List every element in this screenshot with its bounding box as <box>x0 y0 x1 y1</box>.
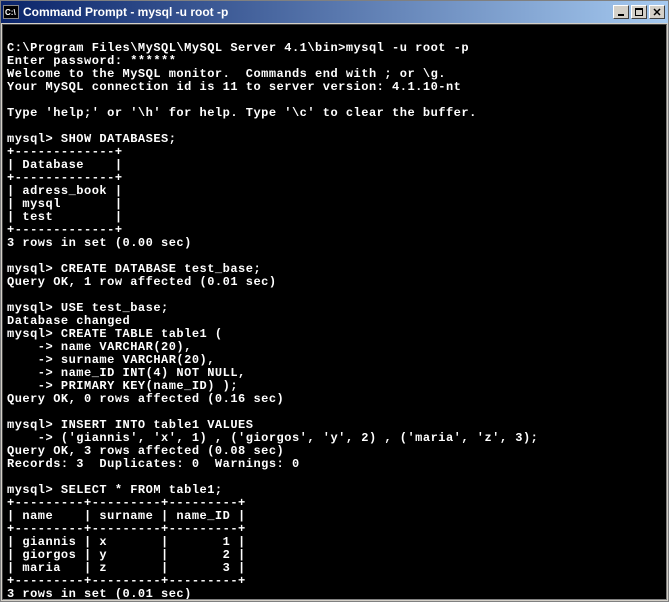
terminal-line: mysql> CREATE TABLE table1 ( <box>7 327 223 341</box>
terminal-line: +---------+---------+---------+ <box>7 574 246 588</box>
terminal-line: Database changed <box>7 314 130 328</box>
terminal-line: Welcome to the MySQL monitor. Commands e… <box>7 67 446 81</box>
terminal-line: mysql> USE test_base; <box>7 301 169 315</box>
maximize-button[interactable] <box>631 5 647 19</box>
terminal-line: +---------+---------+---------+ <box>7 496 246 510</box>
cmd-prompt-icon: C:\ <box>3 5 19 19</box>
terminal-line: -> PRIMARY KEY(name_ID) ); <box>7 379 238 393</box>
close-button[interactable] <box>649 5 665 19</box>
terminal-line: 3 rows in set (0.00 sec) <box>7 236 192 250</box>
terminal-line: -> name VARCHAR(20), <box>7 340 192 354</box>
terminal-line: -> surname VARCHAR(20), <box>7 353 215 367</box>
terminal-line: | giannis | x | 1 | <box>7 535 246 549</box>
terminal-line: Enter password: ****** <box>7 54 176 68</box>
terminal-line: +-------------+ <box>7 223 123 237</box>
terminal-line: Query OK, 1 row affected (0.01 sec) <box>7 275 277 289</box>
terminal-line: Records: 3 Duplicates: 0 Warnings: 0 <box>7 457 300 471</box>
terminal-line: mysql> CREATE DATABASE test_base; <box>7 262 261 276</box>
terminal-line: | maria | z | 3 | <box>7 561 246 575</box>
terminal-line: | Database | <box>7 158 123 172</box>
terminal-line: | adress_book | <box>7 184 123 198</box>
terminal-line: Query OK, 3 rows affected (0.08 sec) <box>7 444 284 458</box>
terminal-line: C:\Program Files\MySQL\MySQL Server 4.1\… <box>7 41 469 55</box>
terminal-line: | name | surname | name_ID | <box>7 509 246 523</box>
terminal-line: +---------+---------+---------+ <box>7 522 246 536</box>
terminal-line: mysql> INSERT INTO table1 VALUES <box>7 418 253 432</box>
terminal-line: -> ('giannis', 'x', 1) , ('giorgos', 'y'… <box>7 431 538 445</box>
terminal-line: mysql> SELECT * FROM table1; <box>7 483 223 497</box>
window-titlebar[interactable]: C:\ Command Prompt - mysql -u root -p <box>1 1 668 23</box>
window-controls <box>613 5 666 19</box>
terminal-line: +-------------+ <box>7 171 123 185</box>
terminal-line: | test | <box>7 210 123 224</box>
terminal-line: Your MySQL connection id is 11 to server… <box>7 80 461 94</box>
terminal-line: -> name_ID INT(4) NOT NULL, <box>7 366 246 380</box>
terminal-line: 3 rows in set (0.01 sec) <box>7 587 192 600</box>
terminal-line: | giorgos | y | 2 | <box>7 548 246 562</box>
minimize-button[interactable] <box>613 5 629 19</box>
terminal-line: Query OK, 0 rows affected (0.16 sec) <box>7 392 284 406</box>
terminal-line: +-------------+ <box>7 145 123 159</box>
terminal-output[interactable]: C:\Program Files\MySQL\MySQL Server 4.1\… <box>2 24 667 600</box>
title-left: C:\ Command Prompt - mysql -u root -p <box>3 5 228 19</box>
terminal-line: | mysql | <box>7 197 123 211</box>
terminal-line: Type 'help;' or '\h' for help. Type '\c'… <box>7 106 477 120</box>
window-title: Command Prompt - mysql -u root -p <box>23 5 228 19</box>
terminal-line: mysql> SHOW DATABASES; <box>7 132 176 146</box>
